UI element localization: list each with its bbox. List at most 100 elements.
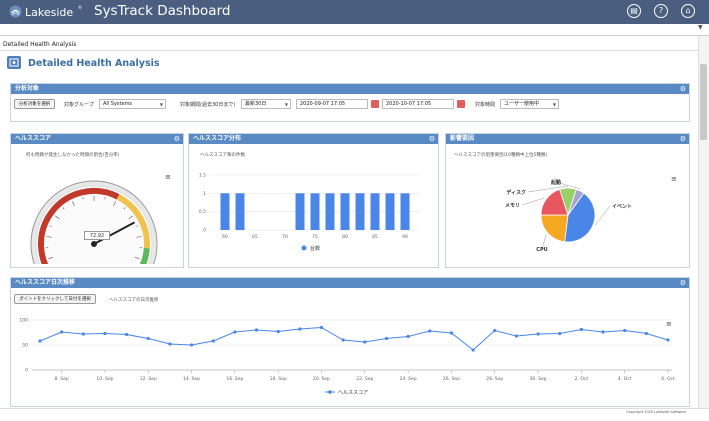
bar — [401, 193, 410, 230]
calendar-icon[interactable] — [457, 100, 465, 108]
line-point — [168, 342, 171, 345]
bar — [326, 193, 335, 230]
impact-title: 影響要因 — [450, 135, 474, 142]
period-label: 対象期間(過去30日まで) — [180, 101, 235, 108]
gear-icon[interactable]: ⚙ — [680, 278, 686, 288]
pie-label: CPU — [536, 247, 547, 253]
impact-header: 影響要因 ⚙ — [446, 134, 689, 144]
bar-legend-marker — [302, 246, 307, 251]
brand-registered-mark: ® — [78, 5, 82, 10]
home-icon[interactable]: ⌂ — [681, 4, 695, 18]
distribution-title: ヘルススコア分布 — [193, 135, 241, 142]
analysis-target-title: 分析対象 — [15, 85, 39, 92]
line-point — [363, 340, 366, 343]
line-legend-marker — [328, 390, 332, 394]
line-x-tick-label: 12. Sep — [140, 376, 157, 382]
clipboard-icon[interactable]: ▤ — [627, 4, 641, 18]
calendar-icon[interactable] — [371, 100, 379, 108]
line-point — [212, 339, 215, 342]
bar — [221, 193, 230, 230]
time-select[interactable]: ユーザー使用中▼ — [500, 99, 559, 109]
page-title: Detailed Health Analysis — [28, 58, 160, 69]
group-select[interactable]: All Systems▼ — [99, 99, 166, 109]
gear-icon[interactable]: ⚙ — [680, 84, 686, 94]
line-point — [320, 326, 323, 329]
health-score-header: ヘルススコア ⚙ — [11, 134, 183, 144]
line-point — [623, 329, 626, 332]
gear-icon[interactable]: ⚙ — [174, 134, 180, 144]
line-x-tick-label: 30. Sep — [530, 376, 547, 382]
line-point — [60, 330, 63, 333]
scrollbar-thumb[interactable] — [700, 64, 707, 140]
line-point — [147, 337, 150, 340]
trend-header: ヘルススコア日次推移⚙ — [11, 278, 689, 288]
line-point — [190, 343, 193, 346]
bar-y-tick-label: 1.5 — [199, 173, 206, 179]
line-point — [342, 338, 345, 341]
pie-label-connector — [595, 206, 610, 226]
line-point — [580, 328, 583, 331]
line-y-tick-label: 100 — [19, 318, 28, 324]
health-score-subtitle: 何も問題が発生しなかった時間の割合(百分率) — [26, 152, 120, 158]
pie-label: イベント — [612, 204, 632, 210]
chevron-down-icon: ▼ — [285, 100, 288, 109]
line-legend-label: ヘルススコア — [338, 390, 368, 396]
gear-icon[interactable]: ⚙ — [680, 134, 686, 144]
date-from-input[interactable]: 2020-09-07 17:05 — [296, 99, 368, 109]
line-x-tick-label: 6. Oct — [661, 376, 675, 382]
brand-name: Lakeside — [25, 6, 73, 19]
app-title: SysTrack Dashboard — [94, 3, 230, 19]
line-point — [601, 330, 604, 333]
line-x-tick-label: 2. Oct — [575, 376, 589, 382]
gear-icon[interactable]: ⚙ — [429, 134, 435, 144]
date-to-input[interactable]: 2020-10-07 17:05 — [382, 99, 454, 109]
bar-x-tick-label: 85 — [372, 234, 378, 240]
line-point — [450, 331, 453, 334]
line-point — [407, 335, 410, 338]
chevron-down-icon[interactable]: ▼ — [698, 24, 703, 31]
line-point — [38, 339, 41, 342]
line-point — [666, 338, 669, 341]
pie-label: 起動 — [550, 179, 561, 186]
help-icon[interactable]: ? — [654, 4, 668, 18]
bar-x-tick-label: 65 — [252, 234, 258, 240]
line-point — [103, 332, 106, 335]
bar-x-tick-label: 90 — [402, 234, 408, 240]
bar-x-tick-label: 70 — [282, 234, 288, 240]
line-point — [125, 333, 128, 336]
lakeside-logo-icon — [9, 5, 22, 18]
line-series — [40, 328, 668, 351]
line-point — [558, 332, 561, 335]
line-x-tick-label: 26. Sep — [443, 376, 460, 382]
bar-x-tick-label: 80 — [342, 234, 348, 240]
impact-pie-chart: イベントCPUメモリディスク起動 — [500, 175, 640, 260]
period-select[interactable]: 最新30日 ▼ — [241, 99, 291, 109]
impact-subtitle: ヘルススコアの阻害要因(10種類中上位5種類) — [454, 152, 547, 158]
time-label: 対象時間 — [475, 101, 495, 108]
line-point — [536, 332, 539, 335]
line-point — [645, 332, 648, 335]
bar-y-tick-label: 0 — [203, 228, 206, 234]
line-x-tick-label: 4. Oct — [618, 376, 632, 382]
distribution-chart: 00.511.560657075808590台数 — [190, 165, 435, 265]
bar-x-tick-label: 60 — [222, 234, 228, 240]
bar — [311, 193, 320, 230]
bar-x-tick-label: 75 — [312, 234, 318, 240]
period-select-value: 最新30日 — [245, 101, 266, 107]
trend-line-chart: 0501008. Sep10. Sep12. Sep14. Sep16. Sep… — [12, 310, 686, 404]
select-target-button[interactable]: 分析対象を選択 — [14, 99, 55, 109]
health-score-title: ヘルススコア — [15, 135, 51, 142]
breadcrumb-bar — [0, 36, 698, 51]
bar — [356, 193, 365, 230]
line-x-tick-label: 18. Sep — [270, 376, 287, 382]
collapse-bar — [0, 24, 709, 36]
footer — [0, 408, 709, 421]
line-point — [385, 337, 388, 340]
line-x-tick-label: 10. Sep — [96, 376, 113, 382]
dashboard-icon — [7, 56, 21, 69]
hamburger-menu-icon[interactable]: ≡ — [671, 175, 677, 183]
line-y-tick-label: 0 — [25, 368, 28, 374]
hamburger-menu-icon[interactable]: ≡ — [165, 173, 171, 181]
select-date-button[interactable]: ポイントをクリックして日付を選択 — [14, 294, 96, 304]
distribution-subtitle: ヘルススコア毎の件数 — [200, 152, 245, 158]
